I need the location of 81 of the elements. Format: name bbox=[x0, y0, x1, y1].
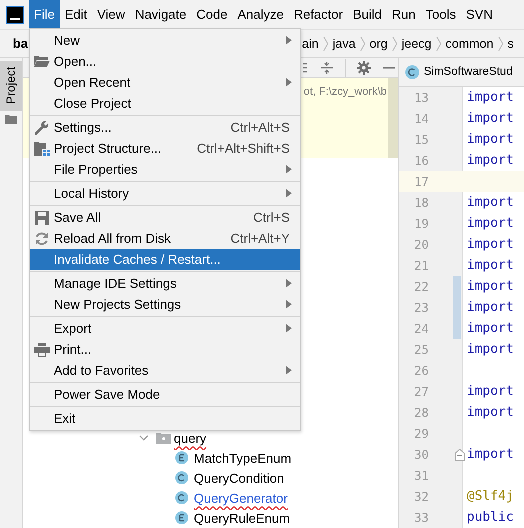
code-keyword: import bbox=[467, 216, 514, 231]
code-keyword: import bbox=[467, 195, 514, 210]
code-keyword: import bbox=[467, 132, 514, 147]
tool-window-tab[interactable]: Project bbox=[0, 61, 22, 111]
line-number: 27 bbox=[414, 384, 429, 398]
menu-item[interactable]: Add to Favorites bbox=[30, 360, 300, 381]
line-number: 17 bbox=[414, 174, 429, 188]
line-number: 19 bbox=[414, 216, 429, 230]
menu-bar-item[interactable]: Code bbox=[192, 0, 233, 29]
line-number: 15 bbox=[414, 132, 429, 146]
code-keyword: import bbox=[467, 321, 514, 336]
code-keyword: import bbox=[467, 405, 514, 420]
code-keyword: import bbox=[467, 342, 514, 357]
line-number: 30 bbox=[414, 448, 429, 462]
line-number: 28 bbox=[414, 406, 429, 420]
menu-bar-item[interactable]: Tools bbox=[420, 0, 462, 29]
line-number: 31 bbox=[414, 468, 429, 482]
breadcrumb-item[interactable]: common bbox=[446, 36, 494, 50]
line-number: 25 bbox=[414, 342, 429, 356]
tree-item[interactable]: QueryRuleEnum bbox=[194, 510, 290, 526]
menu-item[interactable]: New bbox=[30, 30, 300, 51]
menu-item[interactable]: Invalidate Caches / Restart... bbox=[30, 249, 300, 270]
line-number: 13 bbox=[414, 90, 429, 104]
line-number: 24 bbox=[414, 322, 429, 336]
menu-bar-item[interactable]: Edit bbox=[60, 0, 92, 29]
project-name[interactable]: ba bbox=[13, 36, 28, 51]
code-annotation: @Slf4j bbox=[467, 489, 514, 504]
line-number: 16 bbox=[414, 154, 429, 168]
code-keyword: public bbox=[467, 510, 514, 525]
line-number: 23 bbox=[414, 300, 429, 314]
menu-item[interactable]: New Projects Settings bbox=[30, 294, 300, 315]
line-number: 26 bbox=[414, 364, 429, 378]
menu-item[interactable]: Export bbox=[30, 318, 300, 339]
menu-item[interactable]: Manage IDE Settings bbox=[30, 273, 300, 294]
menu-bar-item[interactable]: Run bbox=[387, 0, 421, 29]
breadcrumb-item[interactable]: org bbox=[370, 36, 388, 50]
line-number: 29 bbox=[414, 426, 429, 440]
menu-item[interactable]: Exit bbox=[30, 408, 300, 429]
line-number: 33 bbox=[414, 510, 429, 524]
line-number: 22 bbox=[414, 280, 429, 294]
breadcrumb-item[interactable]: jeecg bbox=[402, 36, 432, 50]
line-number: 21 bbox=[414, 258, 429, 272]
line-number: 32 bbox=[414, 490, 429, 504]
menu-bar-item[interactable]: View bbox=[92, 0, 130, 29]
code-keyword: import bbox=[467, 279, 514, 294]
code-keyword: import bbox=[467, 237, 514, 252]
code-keyword: import bbox=[467, 447, 514, 462]
code-keyword: import bbox=[467, 300, 514, 315]
menu-bar-item[interactable]: Build bbox=[348, 0, 388, 29]
menu-item[interactable]: Close Project bbox=[30, 93, 300, 114]
menu-bar-item[interactable]: Refactor bbox=[288, 0, 348, 29]
menu-item[interactable]: Settings... Ctrl+Alt+S bbox=[30, 117, 300, 138]
menu-item[interactable]: Save All Ctrl+S bbox=[30, 207, 300, 228]
line-number: 20 bbox=[414, 238, 429, 252]
menu-item[interactable]: File Properties bbox=[30, 159, 300, 180]
line-number: 18 bbox=[414, 196, 429, 210]
menu-item[interactable]: Reload All from Disk Ctrl+Alt+Y bbox=[30, 228, 300, 249]
menu-item[interactable]: Print... bbox=[30, 339, 300, 360]
code-keyword: import bbox=[467, 258, 514, 273]
tree-item[interactable]: query bbox=[174, 430, 207, 446]
breadcrumb-item[interactable]: s bbox=[508, 36, 514, 50]
tree-item[interactable]: MatchTypeEnum bbox=[194, 450, 292, 466]
notice-text: ot, F:\zcy_work\b bbox=[304, 86, 387, 98]
menu-item[interactable]: Open Recent bbox=[30, 72, 300, 93]
menu-bar-item[interactable]: SVN bbox=[461, 0, 498, 29]
tree-item[interactable]: QueryCondition bbox=[194, 470, 284, 486]
code-keyword: import bbox=[467, 90, 514, 105]
code-keyword: import bbox=[467, 384, 514, 399]
tree-item[interactable]: QueryGenerator bbox=[194, 490, 288, 506]
menu-item[interactable]: Local History bbox=[30, 183, 300, 204]
menu-bar-item[interactable]: File bbox=[29, 0, 60, 29]
breadcrumb-item[interactable]: ain bbox=[302, 36, 319, 50]
code-keyword: import bbox=[467, 153, 514, 168]
menu-item[interactable]: Power Save Mode bbox=[30, 384, 300, 405]
menu-item[interactable]: Open... bbox=[30, 51, 300, 72]
menu-bar-item[interactable]: Navigate bbox=[130, 0, 192, 29]
line-number: 14 bbox=[414, 112, 429, 126]
menu-bar-item[interactable]: Analyze bbox=[232, 0, 289, 29]
menu-item[interactable]: Project Structure... Ctrl+Alt+Shift+S bbox=[30, 138, 300, 159]
breadcrumb-item[interactable]: java bbox=[332, 36, 356, 50]
code-keyword: import bbox=[467, 111, 514, 126]
